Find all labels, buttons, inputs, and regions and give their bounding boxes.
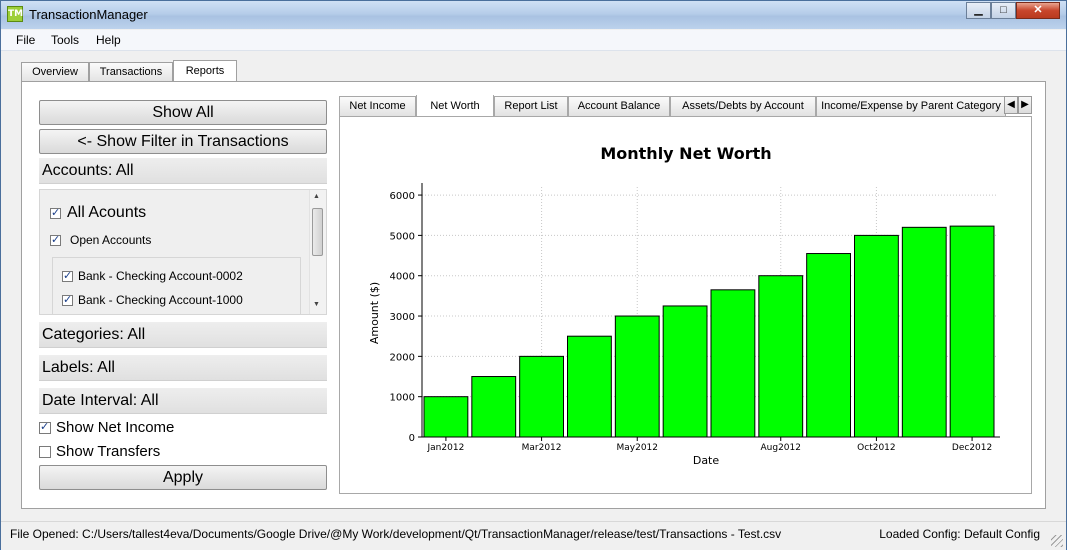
y-tick-label: 3000: [390, 312, 415, 323]
title-bar[interactable]: TM TransactionManager ▁ □ ✕: [1, 1, 1066, 29]
bar-Jun2012: [662, 305, 708, 438]
minimize-button[interactable]: ▁: [966, 2, 991, 19]
x-tick-label: Aug2012: [761, 443, 801, 453]
tab-overview[interactable]: Overview: [21, 62, 89, 81]
tab-reports[interactable]: Reports: [173, 60, 237, 81]
y-tick-label: 6000: [390, 191, 415, 202]
loaded-config-status: Loaded Config: Default Config: [879, 527, 1040, 541]
window-title: TransactionManager: [29, 7, 148, 22]
apply-button[interactable]: Apply: [39, 465, 327, 490]
account-checkbox[interactable]: [62, 269, 73, 282]
bar-Sep2012: [806, 253, 851, 438]
bar-Dec2012: [949, 225, 995, 438]
bar-Jul2012: [710, 289, 756, 438]
y-tick-label: 1000: [390, 393, 415, 404]
x-tick-label: Dec2012: [952, 443, 992, 453]
tab-transactions[interactable]: Transactions: [89, 62, 173, 81]
menu-tools[interactable]: Tools: [51, 33, 79, 47]
menu-bar: File Tools Help: [1, 30, 1066, 51]
labels-section-header[interactable]: Labels: All: [39, 355, 327, 381]
y-tick-label: 2000: [390, 352, 415, 363]
show-net-income-option[interactable]: Show Net Income: [39, 419, 174, 436]
account-sub-list: Bank - Checking Account-0002 Bank - Chec…: [52, 257, 301, 314]
tab-scroll-right-icon[interactable]: ▶: [1018, 96, 1032, 114]
x-tick-label: Jan2012: [427, 443, 465, 453]
tab-scroll-arrows: ◀ ▶: [1004, 96, 1032, 114]
x-tick-label: May2012: [616, 443, 658, 453]
show-transfers-checkbox[interactable]: [39, 445, 51, 458]
show-filter-button[interactable]: <- Show Filter in Transactions: [39, 129, 327, 154]
tab-scroll-left-icon[interactable]: ◀: [1004, 96, 1018, 114]
app-window: TM TransactionManager ▁ □ ✕ File Tools H…: [0, 0, 1067, 550]
account-item[interactable]: Bank - Checking Account-1000: [62, 293, 243, 307]
show-net-income-label: Show Net Income: [56, 419, 175, 436]
app-logo-icon: TM: [7, 6, 23, 22]
tab-income-expense[interactable]: Income/Expense by Parent Category: [816, 96, 1006, 116]
scroll-up-icon[interactable]: ▲: [313, 193, 320, 200]
bar-Aug2012: [758, 275, 804, 438]
x-tick-label: Oct2012: [857, 443, 895, 453]
show-transfers-label: Show Transfers: [56, 443, 161, 460]
net-worth-chart: Monthly Net Worth Amount ($) Date 0 1000 2…: [368, 144, 1000, 467]
bar-Nov2012: [901, 226, 947, 438]
all-accounts-checkbox[interactable]: [50, 206, 61, 219]
account-item[interactable]: Bank - Checking Account-0002: [62, 269, 243, 283]
bar-May2012: [614, 315, 660, 438]
bar-Mar2012: [519, 355, 565, 438]
bar-Feb2012: [471, 376, 517, 438]
accounts-scrollbar[interactable]: ▲ ▼: [309, 190, 326, 314]
y-tick-label: 5000: [390, 231, 415, 242]
close-button[interactable]: ✕: [1016, 2, 1060, 19]
scroll-thumb[interactable]: [312, 208, 323, 256]
date-interval-section-header[interactable]: Date Interval: All: [39, 388, 327, 414]
chart-y-axis-label: Amount ($): [368, 282, 381, 344]
chart-title: Monthly Net Worth: [600, 144, 771, 163]
menu-help[interactable]: Help: [96, 33, 121, 47]
show-all-button[interactable]: Show All: [39, 100, 327, 125]
chart-frame: Monthly Net Worth Amount ($) Date 0 1000 2…: [339, 116, 1032, 494]
open-accounts-item[interactable]: Open Accounts: [50, 233, 151, 247]
y-tick-label: 0: [409, 433, 415, 444]
chart-x-axis-label: Date: [693, 454, 720, 467]
tab-report-list[interactable]: Report List: [494, 96, 568, 116]
accounts-section-header[interactable]: Accounts: All: [39, 158, 327, 184]
tab-account-balance[interactable]: Account Balance: [568, 96, 670, 116]
scroll-down-icon[interactable]: ▼: [313, 301, 320, 308]
accounts-list: All Acounts Open Accounts Bank - Checkin…: [39, 189, 327, 315]
status-bar: File Opened: C:/Users/tallest4eva/Docume…: [1, 521, 1066, 550]
tab-net-worth[interactable]: Net Worth: [416, 95, 494, 117]
all-accounts-item[interactable]: All Acounts: [50, 204, 146, 222]
y-tick-label: 4000: [390, 272, 415, 283]
categories-section-header[interactable]: Categories: All: [39, 322, 327, 348]
open-accounts-checkbox[interactable]: [50, 233, 61, 246]
resize-grip[interactable]: [1051, 535, 1063, 547]
x-tick-label: Mar2012: [522, 443, 562, 453]
show-transfers-option[interactable]: Show Transfers: [39, 443, 160, 460]
account-label: Bank - Checking Account-0002: [78, 269, 243, 283]
account-label: Bank - Checking Account-1000: [78, 293, 243, 307]
all-accounts-label: All Acounts: [67, 204, 147, 221]
open-accounts-label: Open Accounts: [70, 233, 152, 247]
tab-assets-debts[interactable]: Assets/Debts by Account: [670, 96, 816, 116]
tab-net-income[interactable]: Net Income: [339, 96, 416, 116]
bar-Oct2012: [854, 234, 899, 438]
bar-Apr2012: [567, 335, 612, 438]
report-tab-bar: Net Income Net Worth Report List Account…: [339, 95, 1033, 117]
file-opened-status: File Opened: C:/Users/tallest4eva/Docume…: [10, 527, 782, 541]
show-net-income-checkbox[interactable]: [39, 420, 51, 434]
menu-file[interactable]: File: [16, 33, 35, 47]
bar-Jan2012: [423, 396, 469, 438]
account-checkbox[interactable]: [62, 293, 73, 306]
maximize-button[interactable]: □: [991, 2, 1016, 19]
